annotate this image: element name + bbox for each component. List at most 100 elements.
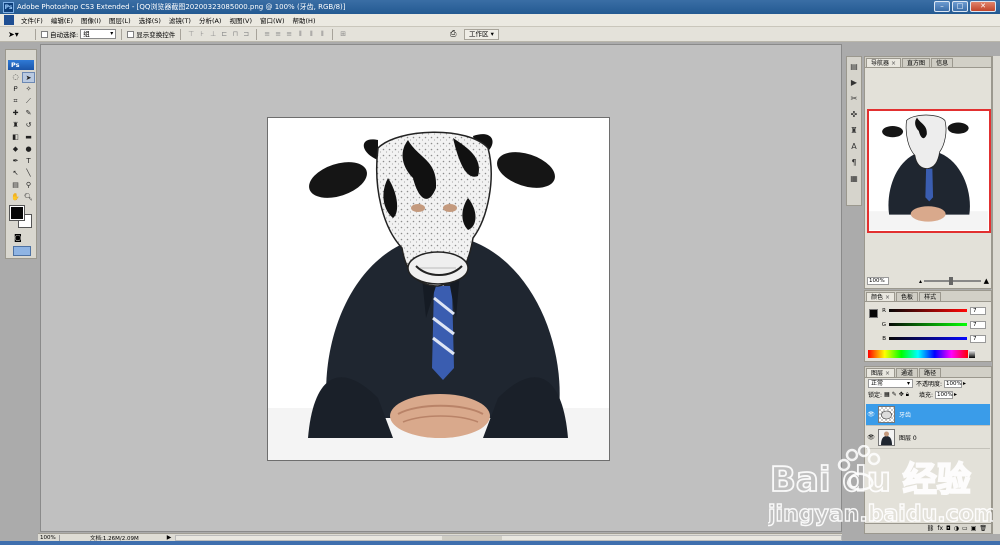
new-group-icon[interactable]: ▭ [962, 525, 968, 532]
green-channel-value[interactable]: 7 [970, 320, 986, 329]
canvas-area[interactable] [40, 44, 842, 532]
auto-select-checkbox[interactable] [41, 30, 48, 38]
paragraph-icon[interactable]: ¶ [848, 157, 860, 168]
zoom-slider-knob[interactable] [949, 277, 954, 285]
align-top-icon[interactable]: ⊤ [186, 30, 196, 39]
auto-select-option[interactable]: 自动选择: [41, 29, 78, 39]
red-channel-value[interactable]: 7 [970, 306, 986, 315]
slice-tool-icon[interactable]: ⟋ [22, 96, 35, 107]
layer-comps-icon[interactable]: ▦ [848, 173, 860, 184]
screen-mode-button[interactable] [13, 246, 31, 256]
status-menu-arrow[interactable]: ▶ [167, 534, 172, 541]
brush-tool-icon[interactable]: ✎ [22, 108, 35, 119]
notes-tool-icon[interactable]: ▤ [9, 180, 22, 191]
history-brush-tool-icon[interactable]: ↺ [22, 120, 35, 131]
fill-input[interactable]: 100% [935, 390, 953, 399]
navigator-zoom-value[interactable]: 100% [867, 277, 889, 285]
zoom-out-icon[interactable]: ▴ [919, 278, 922, 285]
auto-select-dropdown[interactable]: 组 [80, 29, 117, 39]
color-spectrum-bar[interactable] [868, 350, 968, 358]
horizontal-scrollbar[interactable] [175, 534, 842, 541]
menu-layer[interactable]: 图层(L) [105, 15, 135, 25]
workspace-dropdown[interactable]: 工作区 ▾ [464, 28, 499, 40]
gradient-tool-icon[interactable]: ▬ [22, 132, 35, 143]
tab-layers[interactable]: 图层 × [866, 368, 896, 377]
menu-image[interactable]: 图像(I) [77, 15, 105, 25]
tab-paths[interactable]: 路径 [919, 368, 942, 377]
blend-mode-dropdown[interactable]: 正常 [868, 379, 913, 388]
tab-swatches[interactable]: 色板 [896, 292, 919, 301]
zoom-tool-icon[interactable]: 🔍︎ [22, 192, 35, 203]
document-icon[interactable] [4, 15, 14, 25]
foreground-color-swatch[interactable] [9, 205, 25, 221]
tab-color[interactable]: 颜色 × [866, 292, 896, 301]
quick-mask-icon[interactable]: ◙ [14, 233, 22, 242]
clone-stamp-tool-icon[interactable]: ♜ [9, 120, 22, 131]
path-selection-tool-icon[interactable]: ↖ [9, 168, 22, 179]
eyedropper-tool-icon[interactable]: ⚲ [22, 180, 35, 191]
type-tool-icon[interactable]: T [22, 156, 35, 167]
green-channel-slider[interactable] [889, 323, 967, 326]
blur-tool-icon[interactable]: ◆ [9, 144, 22, 155]
lock-position-icon[interactable]: ✥ [899, 391, 904, 398]
link-layers-icon[interactable]: ⛓ [927, 525, 935, 532]
distribute-vcenter-icon[interactable]: ≡ [273, 30, 283, 39]
document-canvas[interactable] [267, 117, 610, 461]
clone-source-icon[interactable]: ♜ [848, 125, 860, 136]
tab-styles[interactable]: 样式 [919, 292, 942, 301]
lock-image-icon[interactable]: ✎ [892, 391, 897, 398]
zoom-in-icon[interactable]: ▲ [984, 277, 989, 285]
healing-brush-tool-icon[interactable]: ✚ [9, 108, 22, 119]
distribute-right-icon[interactable]: ⦀ [317, 30, 327, 39]
align-right-icon[interactable]: ⊐ [241, 30, 251, 39]
move-tool-icon[interactable]: ➤ [22, 72, 35, 83]
tab-navigator[interactable]: 导航器 × [866, 58, 902, 67]
opacity-input[interactable]: 100% [944, 379, 963, 388]
align-left-icon[interactable]: ⊏ [219, 30, 229, 39]
menu-file[interactable]: 文件(F) [17, 15, 47, 25]
menu-filter[interactable]: 滤镜(T) [165, 15, 195, 25]
actions-icon[interactable]: ▶ [848, 77, 860, 88]
minimize-button[interactable]: – [934, 1, 950, 12]
line-tool-icon[interactable]: ╲ [22, 168, 35, 179]
show-transform-option[interactable]: 显示变换控件 [127, 29, 175, 39]
hand-tool-icon[interactable]: ✋ [9, 192, 22, 203]
visibility-eye-icon[interactable]: 👁︎ [866, 411, 876, 418]
eraser-tool-icon[interactable]: ◧ [9, 132, 22, 143]
menu-select[interactable]: 选择(S) [135, 15, 165, 25]
show-transform-checkbox[interactable] [127, 30, 135, 38]
magic-wand-tool-icon[interactable]: ✧ [22, 84, 35, 95]
add-mask-icon[interactable]: ◘ [946, 525, 951, 532]
menu-window[interactable]: 窗口(W) [256, 15, 289, 25]
distribute-hcenter-icon[interactable]: ⦀ [306, 30, 316, 39]
fill-arrow-icon[interactable]: ▸ [954, 391, 957, 398]
tab-info[interactable]: 信息 [931, 58, 954, 67]
lock-all-icon[interactable]: 🔒︎ [906, 391, 909, 399]
close-button[interactable]: ✕ [970, 1, 996, 12]
distribute-top-icon[interactable]: ≡ [262, 30, 272, 39]
zoom-slider[interactable] [924, 277, 981, 285]
new-layer-icon[interactable]: ▣ [971, 525, 977, 532]
workspace-control[interactable]: ⎙ 工作区 ▾ [450, 28, 499, 40]
menu-analysis[interactable]: 分析(A) [195, 15, 226, 25]
align-hcenter-icon[interactable]: ⊓ [230, 30, 240, 39]
brushes-icon[interactable]: ✜ [848, 109, 860, 120]
distribute-left-icon[interactable]: ⦀ [295, 30, 305, 39]
pen-tool-icon[interactable]: ✒ [9, 156, 22, 167]
menu-edit[interactable]: 编辑(E) [47, 15, 77, 25]
history-icon[interactable]: ▤ [848, 61, 860, 72]
maximize-button[interactable]: □ [952, 1, 968, 12]
panel-scrollbar[interactable] [992, 56, 1000, 534]
navigator-view-box[interactable] [867, 109, 991, 233]
blue-channel-slider[interactable] [889, 337, 967, 340]
align-vcenter-icon[interactable]: ⊦ [197, 30, 207, 39]
delete-layer-icon[interactable]: 🗑︎ [979, 525, 987, 532]
layer-style-icon[interactable]: fx [937, 525, 943, 532]
menu-view[interactable]: 视图(V) [225, 15, 256, 25]
black-white-ramp[interactable] [969, 350, 975, 358]
tab-histogram[interactable]: 直方图 [902, 58, 931, 67]
lock-transparency-icon[interactable]: ▦ [884, 391, 890, 398]
dodge-tool-icon[interactable]: ● [22, 144, 35, 155]
crop-tool-icon[interactable]: ⌗ [9, 96, 22, 107]
red-channel-slider[interactable] [889, 309, 967, 312]
